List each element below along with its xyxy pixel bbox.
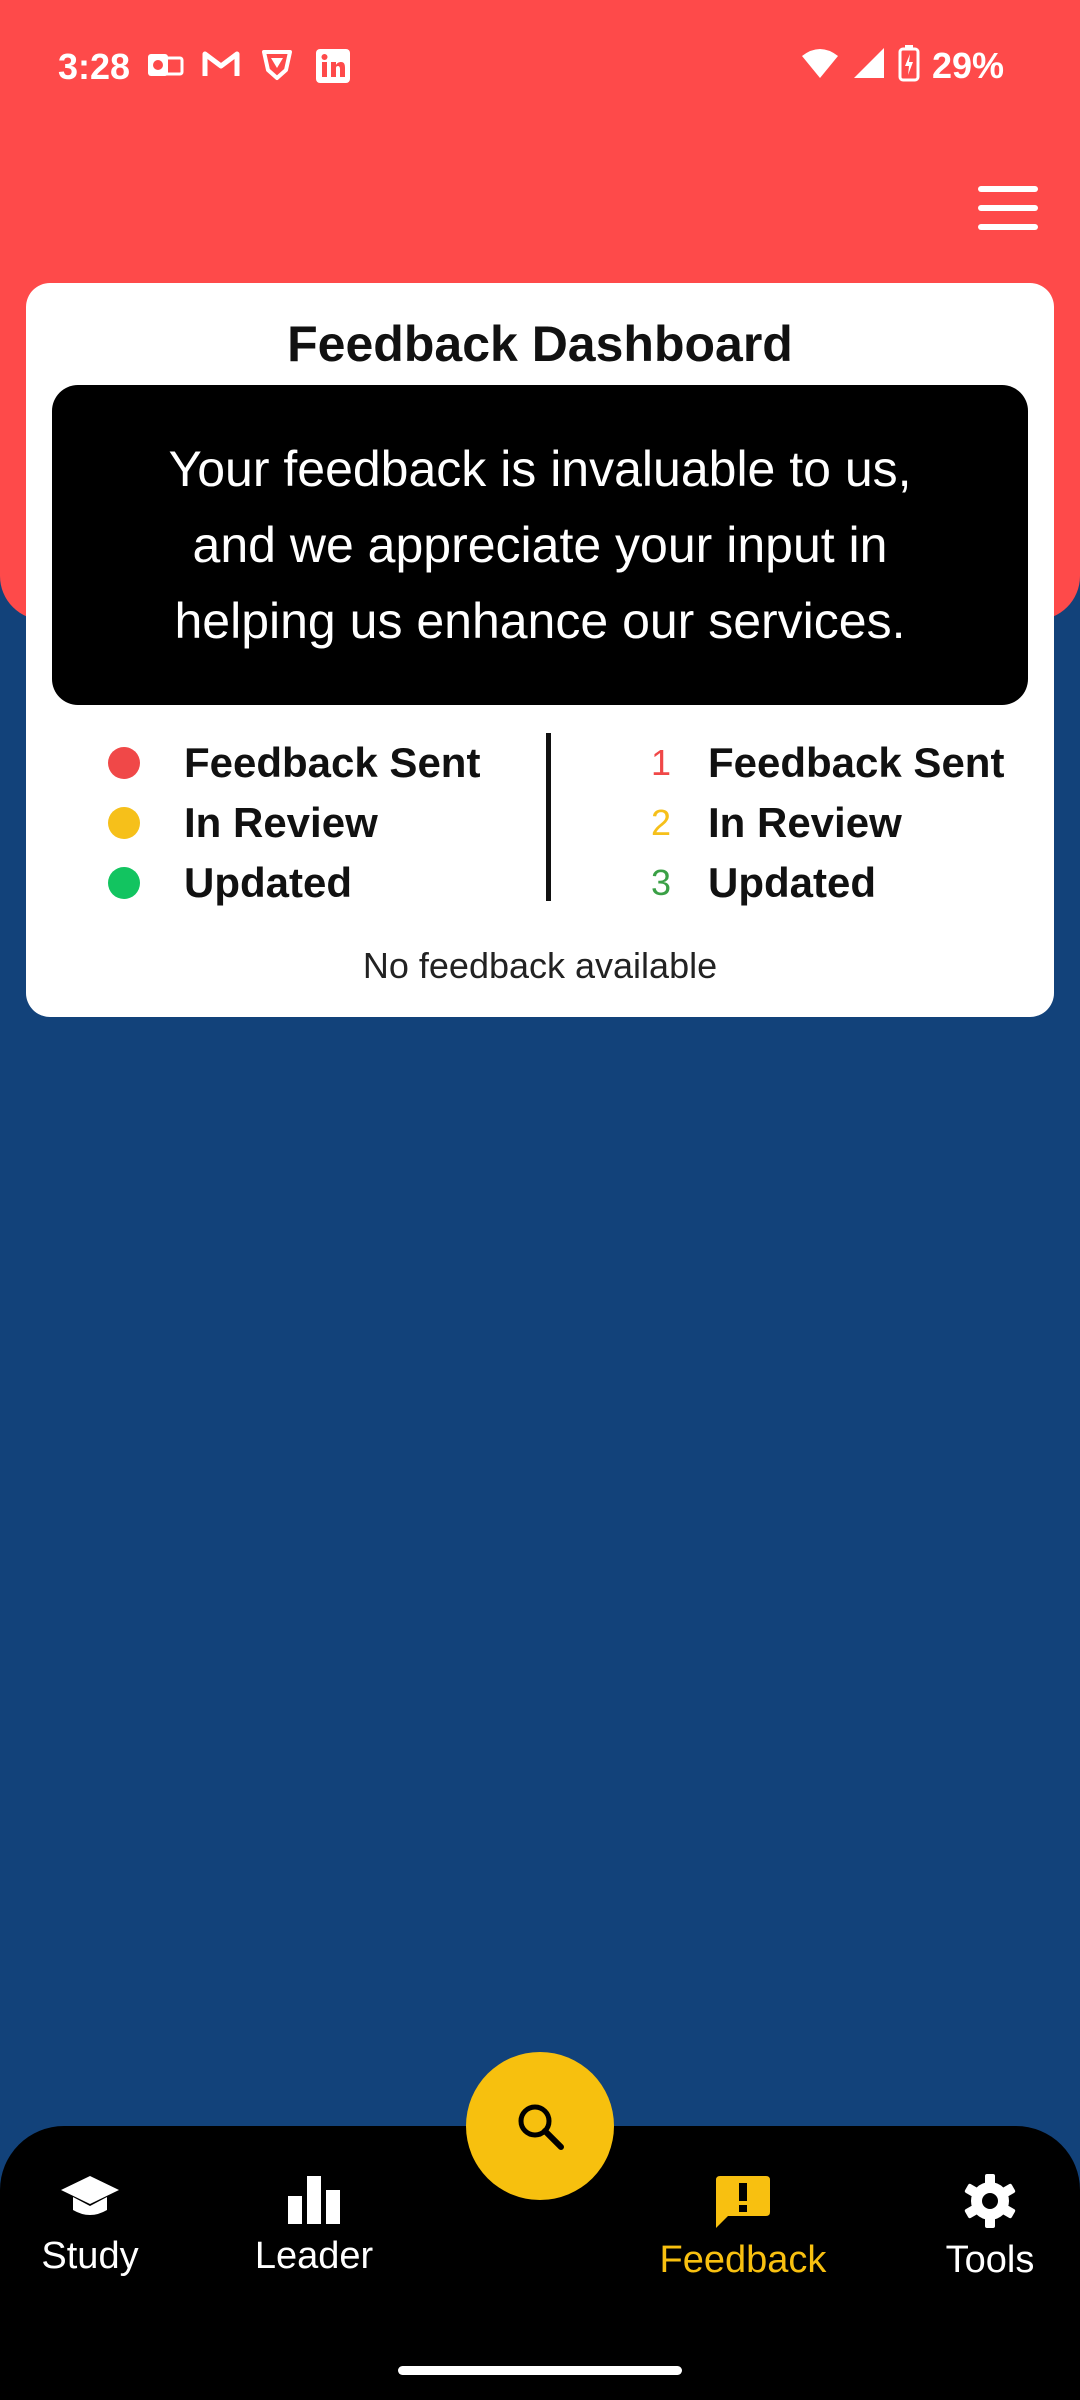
hamburger-menu-icon[interactable]	[978, 186, 1038, 232]
nav-item-leader[interactable]: Leader	[254, 2174, 374, 2278]
home-indicator[interactable]	[398, 2366, 682, 2375]
legend-label: In Review	[708, 799, 902, 846]
legend-item: Feedback Sent	[108, 733, 480, 793]
legend-label: Updated	[184, 859, 352, 906]
status-right: 29%	[800, 44, 1004, 87]
nav-label: Study	[41, 2235, 139, 2277]
battery-icon	[898, 44, 920, 87]
info-message-box: Your feedback is invaluable to us, and w…	[52, 385, 1028, 705]
nav-label: Leader	[254, 2235, 374, 2277]
status-bar: 3:28 29%	[0, 0, 1080, 135]
status-dot-red	[108, 747, 140, 779]
page-title: Feedback Dashboard	[287, 316, 793, 372]
feedback-icon	[716, 2176, 770, 2228]
legend-label: In Review	[184, 799, 378, 846]
step-number: 2	[650, 802, 672, 843]
wifi-icon	[800, 46, 840, 85]
gmail-icon	[201, 48, 241, 84]
graduation-cap-icon	[61, 2176, 119, 2215]
status-dot-green	[108, 867, 140, 899]
legend-label: Feedback Sent	[184, 739, 481, 786]
legend-item: Updated	[108, 853, 480, 913]
notification-icons	[145, 48, 353, 84]
step-number: 1	[650, 742, 672, 783]
gear-icon	[964, 2174, 1016, 2228]
feedback-card: Feedback Dashboard Your feedback is inva…	[26, 283, 1054, 1017]
search-fab[interactable]	[466, 2052, 614, 2200]
legend-label: Feedback Sent	[708, 739, 1005, 786]
info-message: Your feedback is invaluable to us, and w…	[168, 441, 912, 649]
step-number: 3	[650, 862, 672, 903]
legend-step: 1 Feedback Sent	[626, 733, 1004, 793]
nav-label: Feedback	[659, 2239, 827, 2281]
search-icon	[518, 2104, 564, 2150]
status-time: 3:28	[58, 46, 131, 87]
legend-step: 3 Updated	[626, 853, 1004, 913]
battery-percent: 29%	[931, 44, 1004, 86]
linkedin-icon	[313, 48, 353, 84]
legend-step: 2 In Review	[626, 793, 1004, 853]
status-dot-yellow	[108, 807, 140, 839]
legend-divider	[546, 733, 551, 901]
legend-item: In Review	[108, 793, 480, 853]
outlook-icon	[145, 48, 185, 84]
signal-icon	[852, 46, 886, 85]
empty-state-text: No feedback available	[362, 945, 718, 986]
steps-legend: 1 Feedback Sent 2 In Review 3 Updated	[626, 733, 1004, 913]
status-legend: Feedback Sent In Review Updated	[108, 733, 480, 913]
nav-item-feedback[interactable]: Feedback	[658, 2174, 828, 2282]
nav-item-tools[interactable]: Tools	[940, 2174, 1040, 2282]
bar-chart-icon	[288, 2176, 340, 2224]
nav-item-study[interactable]: Study	[40, 2174, 140, 2278]
legend-label: Updated	[708, 859, 876, 906]
nav-label: Tools	[945, 2239, 1035, 2281]
vpn-shield-icon	[257, 48, 297, 84]
